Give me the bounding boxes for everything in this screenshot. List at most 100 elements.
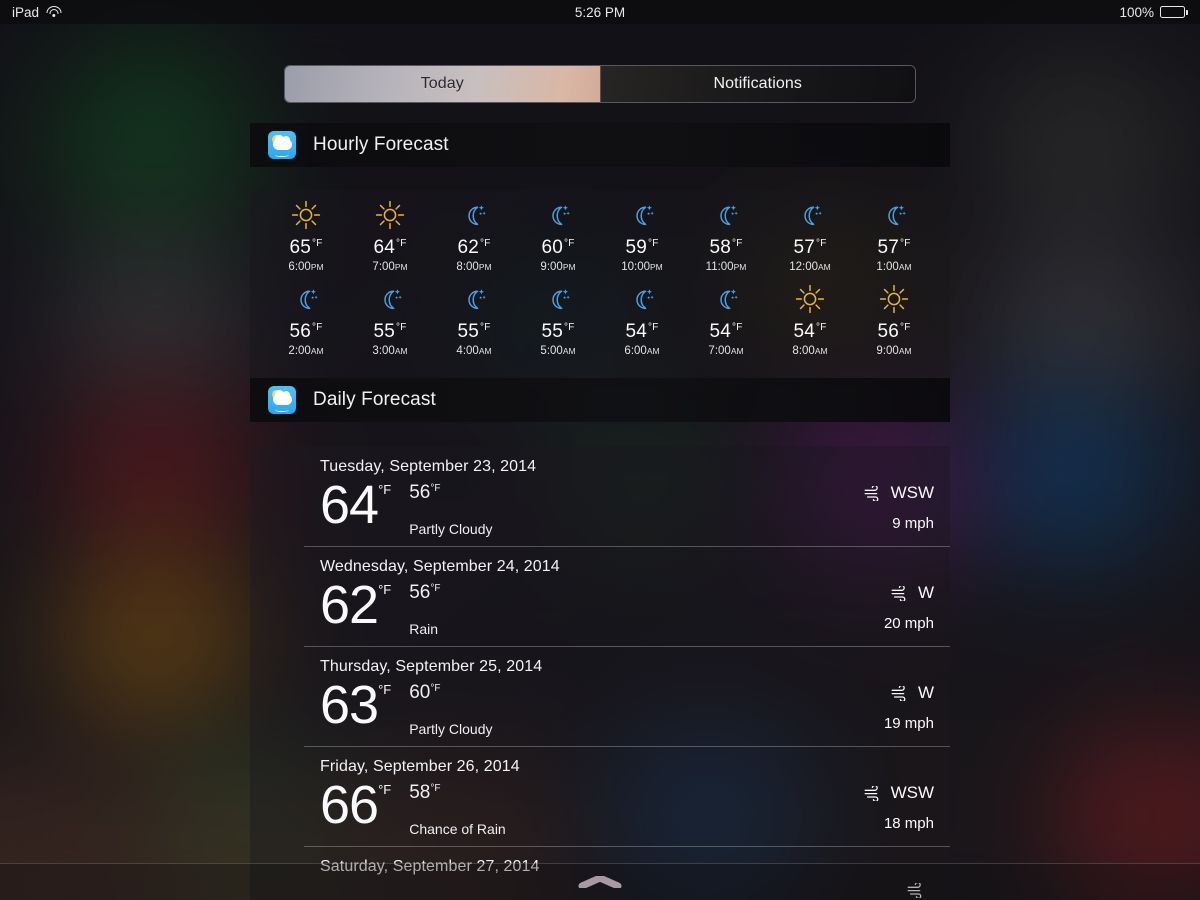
hourly-time-meridiem: AM [730, 345, 744, 356]
hourly-time-meridiem: PM [733, 261, 747, 272]
hourly-time: 4:00 AM [456, 345, 491, 357]
hourly-forecast-header[interactable]: Hourly Forecast [250, 123, 950, 167]
daily-date: Tuesday, September 23, 2014 [320, 458, 537, 475]
hourly-time-meridiem: PM [310, 261, 324, 272]
moon-icon [543, 198, 573, 232]
hourly-time: 2:00 AM [288, 345, 323, 357]
daily-date: Wednesday, September 24, 2014 [320, 558, 560, 575]
daily-forecast-row[interactable]: Thursday, September 25, 2014 63 °F 60 °F Part… [250, 646, 950, 746]
hourly-row-second: 56 °F 2:00 AM 55 °F 3:00 AM 55 °F 4:00 AM 55 °F 5:00 AM… [250, 274, 950, 358]
hourly-temp-value: 60 [541, 237, 564, 258]
daily-low-unit: °F [430, 583, 441, 594]
daily-condition: Chance of Rain [409, 821, 506, 837]
hourly-time: 6:00 PM [288, 261, 323, 273]
daily-condition: Rain [409, 621, 439, 637]
daily-low-unit: °F [430, 783, 441, 794]
hourly-temp-unit: °F [564, 322, 575, 333]
hourly-time: 1:00 AM [876, 261, 911, 273]
chevron-up-grabber-icon[interactable] [578, 876, 622, 888]
daily-wind: WSW 18 mph [863, 779, 934, 832]
hourly-cell: 55 °F 5:00 AM [516, 274, 600, 358]
hourly-time-value: 8:00 [792, 345, 815, 357]
hourly-cell: 54 °F 6:00 AM [600, 274, 684, 358]
tab-notifications[interactable]: Notifications [600, 66, 915, 102]
hourly-time-value: 1:00 [876, 261, 899, 273]
hourly-temp-value: 57 [793, 237, 816, 258]
hourly-temperature: 64 °F [373, 237, 406, 259]
hourly-cell: 55 °F 4:00 AM [432, 274, 516, 358]
hourly-cell: 56 °F 9:00 AM [852, 274, 936, 358]
hourly-time-value: 9:00 [876, 345, 899, 357]
hourly-time-meridiem: AM [814, 345, 828, 356]
hourly-time-value: 11:00 [705, 261, 734, 273]
hourly-temperature: 58 °F [709, 237, 742, 259]
hourly-cell: 56 °F 2:00 AM [264, 274, 348, 358]
hourly-temp-value: 54 [625, 321, 648, 342]
moon-icon [459, 198, 489, 232]
notification-center-grabber-bar[interactable] [0, 863, 1200, 900]
daily-wind-direction: W [917, 683, 934, 702]
moon-icon [711, 282, 741, 316]
daily-wind: W 19 mph [884, 679, 934, 732]
hourly-temperature: 54 °F [625, 321, 658, 343]
battery-percent-label: 100% [1119, 4, 1154, 20]
hourly-temp-value: 64 [373, 237, 396, 258]
daily-high-temperature: 64 °F [320, 475, 392, 535]
hourly-time: 7:00 AM [708, 345, 743, 357]
hourly-temp-unit: °F [648, 322, 659, 333]
hourly-cell: 65 °F 6:00 PM [264, 190, 348, 274]
hourly-temp-value: 58 [709, 237, 732, 258]
sun-icon [291, 198, 321, 232]
daily-high-value: 64 [320, 475, 379, 535]
hourly-time-value: 6:00 [624, 345, 647, 357]
hourly-time-meridiem: AM [310, 345, 324, 356]
hourly-time-value: 2:00 [288, 345, 311, 357]
daily-forecast-row[interactable]: Friday, September 26, 2014 66 °F 58 °F Chance… [250, 746, 950, 846]
hourly-temp-unit: °F [816, 322, 827, 333]
daily-high-unit: °F [378, 682, 392, 697]
hourly-temp-value: 57 [877, 237, 900, 258]
daily-forecast-header[interactable]: Daily Forecast [250, 378, 950, 422]
hourly-forecast-widget: 65 °F 6:00 PM 64 °F 7:00 PM 62 °F 8:00 PM 60 °F 9:00 PM… [250, 190, 950, 386]
hourly-time-meridiem: AM [818, 261, 831, 272]
moon-icon [627, 282, 657, 316]
daily-forecast-widget: Tuesday, September 23, 2014 64 °F 56 °F Partl… [250, 446, 950, 900]
hourly-cell: 54 °F 8:00 AM [768, 274, 852, 358]
weather-app-icon [268, 131, 296, 159]
hourly-time-value: 5:00 [540, 345, 563, 357]
hourly-temperature: 57 °F [793, 237, 826, 259]
daily-high-temperature: 62 °F [320, 575, 391, 635]
hourly-time: 12:00 AM [789, 261, 831, 273]
hourly-time-meridiem: AM [898, 345, 912, 356]
wind-icon [891, 685, 906, 701]
daily-low-temperature: 58 °F [409, 782, 506, 804]
hourly-temp-unit: °F [480, 322, 491, 333]
hourly-time-meridiem: PM [394, 261, 408, 272]
wind-icon [864, 485, 878, 501]
daily-forecast-row[interactable]: Wednesday, September 24, 2014 62 °F 56 °F Rai… [250, 546, 950, 646]
segmented-control[interactable]: Today Notifications [284, 65, 916, 103]
status-bar: iPad 5:26 PM 100% [0, 0, 1200, 24]
daily-date: Thursday, September 25, 2014 [320, 658, 543, 675]
hourly-cell: 55 °F 3:00 AM [348, 274, 432, 358]
daily-wind-direction: WSW [890, 483, 934, 502]
wind-icon [864, 785, 878, 801]
daily-condition: Partly Cloudy [409, 521, 493, 537]
daily-forecast-row[interactable]: Tuesday, September 23, 2014 64 °F 56 °F Partl… [250, 446, 950, 546]
daily-wind-direction: W [917, 583, 934, 602]
hourly-temp-unit: °F [396, 322, 407, 333]
daily-high-unit: °F [378, 482, 392, 497]
hourly-temperature: 65 °F [289, 237, 322, 259]
hourly-temperature: 55 °F [457, 321, 490, 343]
hourly-time-value: 7:00 [372, 261, 395, 273]
hourly-temp-value: 59 [625, 237, 648, 258]
hourly-temp-value: 54 [793, 321, 816, 342]
daily-high-value: 63 [320, 675, 379, 735]
daily-high-value: 62 [320, 575, 379, 635]
status-device-label: iPad [12, 4, 40, 20]
tab-today[interactable]: Today [285, 66, 600, 102]
hourly-cell: 59 °F 10:00 PM [600, 190, 684, 274]
hourly-temp-unit: °F [816, 238, 827, 249]
hourly-cell: 58 °F 11:00 PM [684, 190, 768, 274]
hourly-temp-unit: °F [900, 322, 911, 333]
